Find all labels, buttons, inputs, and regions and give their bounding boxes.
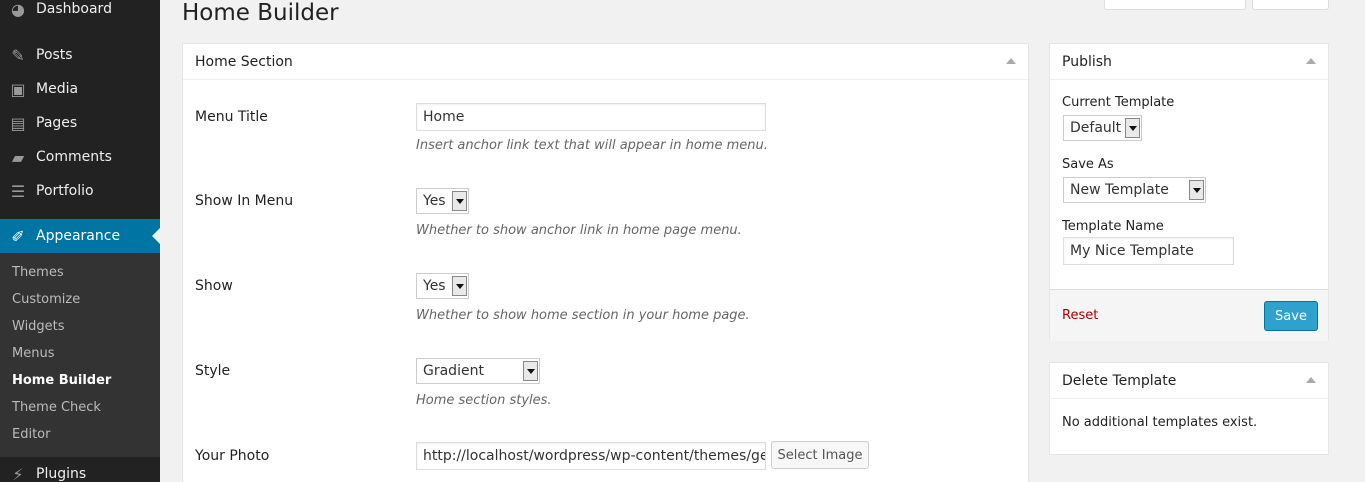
menu-item-pages[interactable]: ▤ Pages [0,106,160,140]
select-image-button[interactable]: Select Image [771,441,869,469]
menu-label: Posts [36,47,73,63]
menu-title-description: Insert anchor link text that will appear… [416,138,768,153]
style-description: Home section styles. [416,393,552,408]
media-icon: ▣ [10,79,26,99]
dropdown-arrow-icon [452,191,467,211]
postbox-title: Publish [1062,53,1112,70]
show-in-menu-select[interactable]: Yes [416,188,469,214]
no-templates-message: No additional templates exist. [1062,415,1258,430]
show-in-menu-description: Whether to show anchor link in home page… [416,223,742,238]
comment-icon: ▰ [11,147,25,167]
current-menu-arrow [152,228,160,244]
menu-label: Appearance [36,228,121,244]
template-name-input[interactable]: My Nice Template [1063,237,1234,265]
menu-item-plugins[interactable]: ⚡ Plugins [0,457,160,482]
portfolio-icon: ☰ [10,181,26,201]
select-value: Yes [423,278,446,294]
template-name-label: Template Name [1062,219,1164,234]
dropdown-arrow-icon [1189,180,1204,200]
postbox-header[interactable]: Home Section [183,44,1028,80]
reset-link[interactable]: Reset [1062,308,1098,323]
menu-item-posts[interactable]: ✎ Posts [0,38,160,72]
submenu-item-home-builder[interactable]: Home Builder [12,373,111,388]
menu-item-portfolio[interactable]: ☰ Portfolio [0,174,160,208]
postbox-title: Home Section [195,53,293,70]
header-button[interactable] [1252,0,1329,10]
menu-label: Comments [36,149,112,165]
select-value: Gradient [423,363,484,379]
menu-label: Plugins [36,466,87,482]
appearance-submenu: Themes Customize Widgets Menus Home Buil… [0,253,160,457]
brush-icon: ✐ [11,226,25,246]
page-title: Home Builder [182,0,339,26]
dashboard-icon: ◕ [11,0,25,19]
pin-icon: ✎ [11,45,25,65]
collapse-arrow-icon[interactable] [1306,58,1316,64]
menu-label: Pages [36,115,78,131]
home-section-box: Home Section Menu Title Home Insert anch… [182,43,1029,482]
save-button[interactable]: Save [1264,301,1318,331]
collapse-arrow-icon[interactable] [1006,58,1016,64]
menu-item-appearance[interactable]: ✐ Appearance [0,219,160,253]
select-value: Yes [423,193,446,209]
submenu-item-widgets[interactable]: Widgets [12,319,65,334]
current-template-select[interactable]: Default [1063,115,1142,141]
save-as-label: Save As [1062,157,1114,172]
postbox-header[interactable]: Delete Template [1050,363,1328,399]
show-description: Whether to show home section in your hom… [416,308,750,323]
style-select[interactable]: Gradient [416,358,540,384]
submenu-item-themes[interactable]: Themes [12,265,64,280]
postbox-title: Delete Template [1062,372,1177,389]
dropdown-arrow-icon [452,276,467,296]
plugin-icon: ⚡ [12,464,24,482]
header-button[interactable] [1104,0,1246,10]
publish-box: Publish Current Template Default Save As… [1049,43,1329,341]
postbox-header[interactable]: Publish [1050,44,1328,80]
show-in-menu-label: Show In Menu [195,193,294,209]
menu-label: Portfolio [36,183,94,199]
submenu-item-editor[interactable]: Editor [12,427,50,442]
menu-item-comments[interactable]: ▰ Comments [0,140,160,174]
select-value: New Template [1070,182,1169,198]
your-photo-label: Your Photo [195,448,270,464]
submenu-item-theme-check[interactable]: Theme Check [12,400,101,415]
menu-item-dashboard[interactable]: ◕ Dashboard [0,0,160,26]
save-as-select[interactable]: New Template [1063,177,1206,203]
style-label: Style [195,363,231,379]
pages-icon: ▤ [10,113,26,133]
menu-title-label: Menu Title [195,109,268,125]
submenu-item-menus[interactable]: Menus [12,346,54,361]
publish-actions: Reset Save [1050,289,1328,341]
menu-label: Dashboard [36,1,112,17]
current-template-label: Current Template [1062,95,1175,110]
show-select[interactable]: Yes [416,273,469,299]
delete-template-box: Delete Template No additional templates … [1049,362,1329,455]
menu-title-input[interactable]: Home [416,103,766,131]
dropdown-arrow-icon [523,361,538,381]
admin-sidebar: ◕ Dashboard ✎ Posts ▣ Media ▤ Pages ▰ Co… [0,0,160,482]
show-label: Show [195,278,233,294]
submenu-item-customize[interactable]: Customize [12,292,80,307]
collapse-arrow-icon[interactable] [1306,377,1316,383]
dropdown-arrow-icon [1125,118,1140,138]
photo-url-input[interactable]: http://localhost/wordpress/wp-content/th… [416,442,766,470]
select-value: Default [1070,120,1122,136]
menu-label: Media [36,81,79,97]
menu-item-media[interactable]: ▣ Media [0,72,160,106]
